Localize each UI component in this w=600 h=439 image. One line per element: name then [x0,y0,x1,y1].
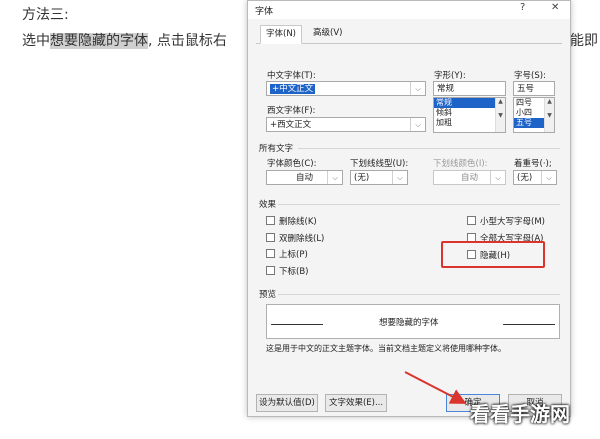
tab-advanced[interactable]: 高级(V) [308,25,347,42]
font-color-select[interactable]: 自动 ⌵ [266,170,343,185]
underline-color-label: 下划线颜色(I): [433,159,488,169]
chevron-down-icon[interactable]: ⌵ [327,171,342,184]
checkbox[interactable] [266,266,275,275]
divider [278,294,560,295]
effects-section-title: 效果 [259,200,277,210]
document-line: 选中想要隐藏的字体, 点击鼠标右 [22,30,227,50]
tab-font[interactable]: 字体(N) [260,25,302,44]
document-text: 选中 [22,33,50,49]
effect-label: 上标(P) [279,250,308,260]
scrollbar[interactable]: ▲ ▼ [544,98,554,132]
chevron-down-icon[interactable]: ⌵ [541,171,556,184]
chevron-down-icon[interactable]: ⌵ [410,82,425,95]
selected-text[interactable]: 想要隐藏的字体 [50,33,148,49]
effect-label: 下标(B) [279,267,309,277]
underline-color-select: 自动 ⌵ [433,170,506,185]
western-font-value: +西文正文 [270,120,312,130]
preview-box: 想要隐藏的字体 [266,304,560,339]
preview-line-right [503,324,555,325]
preview-line-left [271,324,323,325]
help-button[interactable]: ? [520,2,525,13]
dialog-title: 字体 [255,7,274,17]
scrollbar[interactable]: ▲ ▼ [495,98,505,132]
chinese-font-value: +中文正文 [270,84,316,94]
watermark-text: 看看手游网 [470,402,570,426]
highlight-box [441,241,545,268]
all-text-section-title: 所有文字 [259,144,294,154]
size-label: 字号(S): [514,71,546,81]
set-default-button[interactable]: 设为默认值(D) [256,394,318,412]
size-list[interactable]: 四号 小四 五号 ▲ ▼ [513,97,555,133]
style-label: 字形(Y): [434,71,466,81]
document-text-right: 能即 [570,33,598,49]
chinese-font-select[interactable]: +中文正文 ⌵ [266,81,426,96]
chinese-font-label: 中文字体(T): [267,71,316,81]
underline-style-select[interactable]: (无) ⌵ [350,170,408,185]
style-list[interactable]: 常规 倾斜 加粗 ▲ ▼ [433,97,506,133]
emphasis-select[interactable]: (无) ⌵ [513,170,557,185]
title-bar: 字体 ? ✕ [248,1,570,19]
chevron-down-icon[interactable]: ⌵ [410,118,425,131]
text-effects-button[interactable]: 文字效果(E)... [325,394,387,412]
divider [298,148,560,149]
checkbox[interactable] [266,249,275,258]
size-input[interactable]: 五号 [513,81,555,96]
chevron-down-icon: ⌵ [490,171,505,184]
western-font-label: 西文字体(F): [267,106,316,116]
checkbox[interactable] [467,216,476,225]
western-font-select[interactable]: +西文正文 ⌵ [266,117,426,132]
preview-note: 这是用于中文的正文主题字体。当前文档主题定义将使用哪种字体。 [266,344,506,353]
font-dialog: 字体 ? ✕ 字体(N) 高级(V) 中文字体(T): +中文正文 ⌵ 西文字体… [247,0,571,417]
preview-text: 想要隐藏的字体 [379,318,439,328]
font-color-value: 自动 [295,173,313,183]
effect-label: 小型大写字母(M) [480,217,545,227]
document-heading: 方法三: [22,7,69,23]
tab-bar: 字体(N) 高级(V) [256,25,562,44]
underline-style-value: (无) [354,173,370,183]
chevron-down-icon[interactable]: ⌵ [392,171,407,184]
underline-color-value: 自动 [460,173,478,183]
divider [278,204,560,205]
effect-label: 双删除线(L) [279,234,325,244]
document-text: , 点击鼠标右 [148,33,227,49]
checkbox[interactable] [266,233,275,242]
preview-section-title: 预览 [259,290,277,300]
effect-label: 删除线(K) [279,217,317,227]
emphasis-value: (无) [517,173,533,183]
style-input[interactable]: 常规 [433,81,506,96]
font-color-label: 字体颜色(C): [267,159,317,169]
underline-style-label: 下划线线型(U): [350,159,409,169]
close-button[interactable]: ✕ [551,2,559,13]
emphasis-label: 着重号(·); [514,159,552,169]
checkbox[interactable] [266,216,275,225]
